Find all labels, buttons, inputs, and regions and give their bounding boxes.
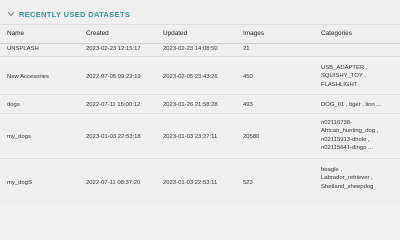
- row-categories: n02116738- African_hunting_dog , n021159…: [321, 119, 397, 152]
- chevron-down-icon[interactable]: [6, 9, 16, 19]
- row-images: 450: [243, 74, 253, 80]
- row-created: 2022-07-11 15:00:12: [86, 102, 141, 108]
- category-text: DOG_01 , tiger , lion ...: [321, 102, 382, 108]
- row-categories: USB_ADAPTER , SQUISHY_TOY , FLASHLIGHT: [321, 64, 397, 89]
- row-categories: DOG_01 , tiger , lion ...: [321, 101, 397, 109]
- divider: [0, 24, 400, 25]
- row-updated: 2023-01-03 22:53:11: [163, 180, 218, 186]
- column-header-name[interactable]: Name: [7, 30, 24, 37]
- category-text: African_hunting_dog ,: [321, 128, 379, 135]
- row-updated: 2023-02-23 14:08:50: [163, 46, 218, 52]
- row-created: 2022-07-05 09:22:19: [86, 74, 141, 80]
- section-header[interactable]: RECENTLY USED DATASETS: [6, 8, 130, 20]
- row-divider: [0, 94, 400, 95]
- row-name[interactable]: my_dogs: [7, 133, 31, 141]
- row-images: 493: [243, 102, 253, 108]
- category-text: n02115641-dingo ...: [321, 144, 373, 151]
- row-name[interactable]: my_dogS: [7, 179, 32, 187]
- category-text: FLASHLIGHT: [321, 81, 358, 88]
- row-name[interactable]: New Accesories: [7, 73, 49, 81]
- row-created: 2023-01-03 22:53:18: [86, 134, 141, 140]
- row-divider: [0, 56, 400, 57]
- row-created: 2022-07-11 08:37:20: [86, 180, 141, 186]
- header-divider: [0, 43, 400, 44]
- row-images: 523: [243, 180, 253, 186]
- row-divider: [0, 113, 400, 114]
- category-text: SQUISHY_TOY ,: [321, 73, 366, 80]
- category-text: Shetland_sheepdog: [321, 183, 374, 190]
- category-text: USB_ADAPTER ,: [321, 65, 368, 71]
- column-header-updated[interactable]: Updated: [163, 30, 187, 37]
- category-text: beagle ,: [321, 167, 342, 173]
- row-name[interactable]: dogs: [7, 101, 20, 109]
- row-images: 21: [243, 46, 250, 52]
- row-created: 2023-02-23 12:15:17: [86, 46, 141, 52]
- category-text: Labrador_retriever ,: [321, 175, 373, 182]
- row-updated: 2023-02-05 23:43:26: [163, 74, 218, 80]
- row-divider: [0, 158, 400, 159]
- recent-datasets-panel: RECENTLY USED DATASETS Name Created Upda…: [0, 0, 400, 203]
- section-title: RECENTLY USED DATASETS: [19, 9, 131, 19]
- row-categories: beagle , Labrador_retriever , Shetland_s…: [321, 166, 397, 191]
- row-updated: 2023-01-03 23:27:11: [163, 134, 218, 140]
- column-header-images[interactable]: Images: [243, 30, 264, 37]
- row-name[interactable]: UNSPLASH: [7, 45, 39, 53]
- column-header-created[interactable]: Created: [86, 30, 109, 37]
- category-text: n02116738-: [321, 120, 353, 126]
- column-header-categories[interactable]: Categories: [321, 30, 352, 37]
- row-images: 20580: [243, 134, 260, 140]
- row-updated: 2023-01-26 21:58:28: [163, 102, 218, 108]
- category-text: n02115913-dhole ,: [321, 136, 370, 143]
